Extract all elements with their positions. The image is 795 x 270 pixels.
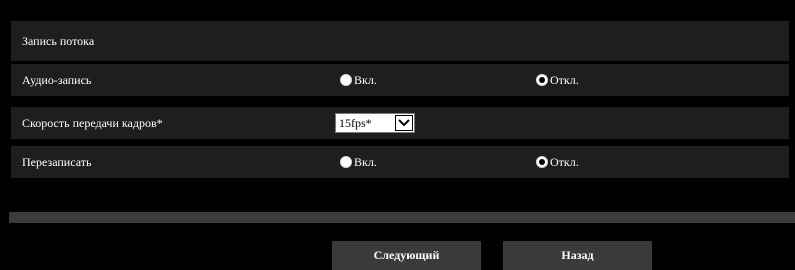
overwrite-row: Перезаписать Вкл. Откл. [11,146,789,178]
back-button[interactable]: Назад [503,241,652,270]
overwrite-on-label: Вкл. [354,154,377,169]
section-header: Запись потока [11,21,789,61]
audio-off-radio-circle[interactable] [536,74,548,86]
overwrite-off-radio[interactable]: Откл. [536,146,579,178]
next-button[interactable]: Следующий [332,241,481,270]
section-title: Запись потока [22,34,95,48]
audio-on-radio[interactable]: Вкл. [340,64,377,96]
frame-rate-row: Скорость передачи кадров* 15fps* [11,107,789,139]
chevron-down-icon[interactable] [395,115,413,131]
audio-off-label: Откл. [550,72,579,87]
audio-off-radio[interactable]: Откл. [536,64,579,96]
overwrite-off-radio-circle[interactable] [536,156,548,168]
frame-rate-select[interactable]: 15fps* [335,113,415,133]
frame-rate-label: Скорость передачи кадров* [22,116,163,130]
overwrite-on-radio-circle[interactable] [340,156,352,168]
divider-bar [9,212,795,223]
overwrite-off-label: Откл. [550,154,579,169]
audio-on-label: Вкл. [354,72,377,87]
frame-rate-value: 15fps* [339,115,372,130]
overwrite-on-radio[interactable]: Вкл. [340,146,377,178]
audio-recording-label: Аудио-запись [22,73,92,87]
overwrite-label: Перезаписать [22,155,92,169]
audio-recording-row: Аудио-запись Вкл. Откл. [11,64,789,96]
audio-on-radio-circle[interactable] [340,74,352,86]
